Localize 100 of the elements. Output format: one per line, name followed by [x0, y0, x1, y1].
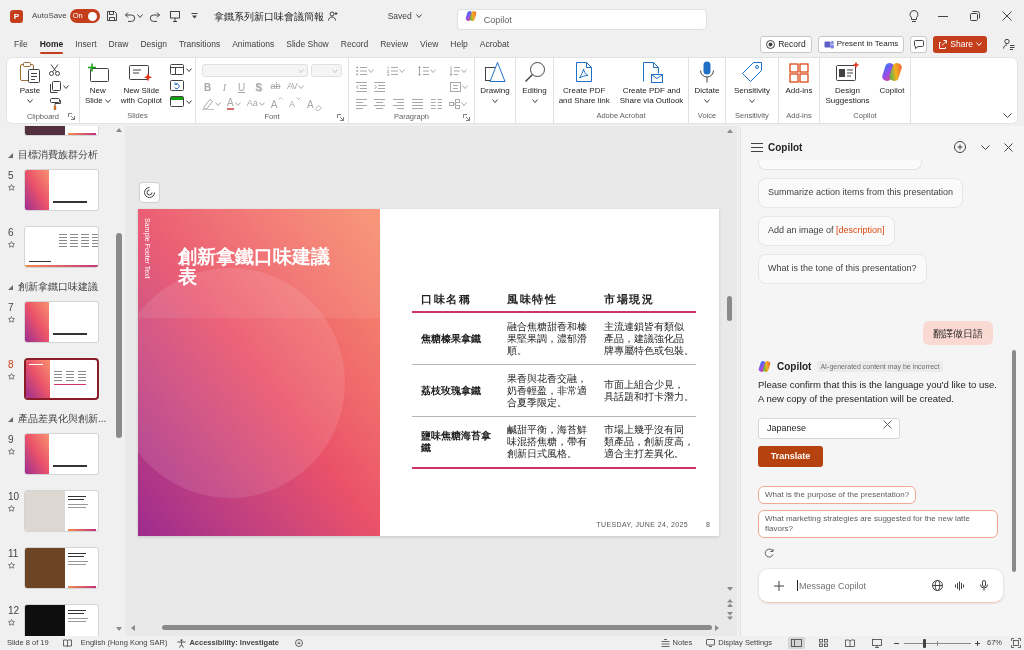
ribbon-tab[interactable]: Draw [102, 33, 135, 55]
section-title[interactable]: 產品差異化與創新... [18, 413, 107, 425]
down-arrow-icon[interactable] [116, 627, 122, 631]
message-field[interactable]: Message Copilot [758, 568, 1004, 603]
slide-number: 10 [8, 491, 20, 502]
restore-icon[interactable] [970, 11, 980, 21]
design-suggestions-button[interactable]: Design Suggestions [823, 61, 872, 106]
ribbon-tab[interactable]: File [8, 33, 34, 55]
minus-icon[interactable] [894, 642, 899, 644]
plus-circle-icon[interactable] [954, 141, 966, 153]
layout-icon[interactable] [170, 64, 185, 75]
zoom-slider[interactable] [904, 638, 971, 648]
sensitivity-button[interactable]: Sensitivity [732, 61, 772, 103]
chevron-down-icon[interactable] [981, 144, 990, 150]
dropdown-icon[interactable] [190, 13, 198, 19]
ribbon-tab[interactable]: Design [134, 33, 173, 55]
refresh-icon[interactable] [764, 548, 774, 558]
person-list-icon[interactable] [1003, 38, 1015, 50]
drawing-button[interactable]: Drawing [478, 61, 512, 103]
right-arrow-icon[interactable] [715, 624, 719, 631]
person-icon[interactable] [327, 11, 338, 21]
translate-button[interactable]: Translate [758, 446, 823, 467]
language-field[interactable]: Japanese [758, 417, 900, 439]
globe-icon[interactable] [932, 580, 943, 591]
close-icon[interactable] [1004, 142, 1013, 152]
dialog-launcher-icon[interactable] [68, 113, 75, 120]
menu-icon[interactable] [751, 142, 763, 152]
plus-icon[interactable] [975, 640, 980, 646]
create-pdf-outlook-button[interactable]: Create PDF and Share via Outlook [617, 61, 686, 106]
fit-window-icon[interactable] [1011, 638, 1021, 648]
add-ins-button[interactable]: Add-ins [783, 61, 815, 96]
clear-icon[interactable] [883, 420, 892, 429]
copilot-button[interactable]: Copilot [877, 61, 907, 96]
redo-icon[interactable] [148, 10, 161, 22]
plus-icon[interactable] [774, 580, 784, 591]
up-arrow-icon[interactable] [116, 128, 122, 132]
up-arrow-icon[interactable] [726, 129, 733, 133]
scrollbar-thumb[interactable] [1012, 350, 1016, 572]
minimize-icon[interactable] [938, 15, 948, 17]
suggestion-chip[interactable]: What is the purpose of the presentation? [758, 486, 917, 504]
ribbon-tab[interactable]: View [414, 33, 445, 55]
ribbon-tab[interactable]: Record [334, 33, 375, 55]
new-slide-copilot-button[interactable]: New Slide with Copilot [118, 61, 165, 106]
microphone-icon[interactable] [980, 580, 988, 591]
ribbon-tab[interactable]: Slide Show [280, 33, 335, 55]
close-icon[interactable] [1002, 11, 1012, 21]
record-button[interactable]: Record [760, 35, 812, 53]
suggestion-chip[interactable]: What marketing strategies are suggested for the new latte flavors? [758, 510, 998, 538]
down-arrow-icon[interactable] [726, 587, 733, 591]
slide-thumbnail[interactable] [24, 358, 99, 400]
share-icon [938, 39, 948, 49]
left-arrow-icon[interactable] [131, 624, 135, 631]
prompt-chip[interactable]: Summarize action items from this presentation [758, 178, 964, 208]
presentation-screen-icon[interactable] [168, 10, 181, 22]
section-title[interactable]: 目標消費族群分析 [18, 149, 98, 161]
ribbon-tab[interactable]: Help [444, 33, 474, 55]
accessibility-icon[interactable] [177, 638, 187, 648]
ribbon-tab[interactable]: Review [374, 33, 415, 55]
scrollbar-thumb[interactable] [162, 625, 712, 630]
ribbon-tab[interactable]: Home [33, 33, 70, 55]
editing-button[interactable]: Editing [520, 61, 549, 103]
waveform-icon[interactable] [955, 580, 964, 591]
comments-button[interactable] [910, 35, 928, 53]
ribbon-tab[interactable]: Insert [69, 33, 103, 55]
scrollbar-thumb[interactable] [727, 296, 732, 321]
copy-icon[interactable] [49, 81, 61, 93]
undo-icon[interactable] [123, 10, 136, 22]
present-in-teams-button[interactable]: Present in Teams [817, 35, 905, 53]
scrollbar-thumb[interactable] [116, 233, 122, 438]
ribbon-tab[interactable]: Acrobat [473, 33, 516, 55]
lightbulb-icon[interactable] [909, 9, 919, 23]
paint-roller-icon[interactable] [49, 98, 61, 110]
prompt-chip[interactable]: Add an image of [description] [758, 216, 895, 246]
layout-sparkle-icon [835, 61, 860, 83]
double-down-arrow-icon[interactable] [726, 612, 733, 620]
search-field[interactable]: Copilot [456, 9, 707, 30]
triangle-icon[interactable] [8, 284, 13, 290]
triangle-icon[interactable] [8, 152, 13, 158]
book-icon[interactable] [62, 639, 72, 647]
ribbon-tab[interactable]: Animations [226, 33, 281, 55]
reset-icon[interactable] [170, 80, 185, 91]
prompt-chip[interactable]: What is the tone of this presentation? [758, 254, 927, 284]
ribbon-tab[interactable]: Transitions [172, 33, 227, 55]
section-title[interactable]: 創新拿鐵口味建議 [18, 281, 98, 293]
save-icon[interactable] [105, 10, 118, 22]
triangle-icon[interactable] [8, 416, 13, 422]
create-pdf-link-button[interactable]: Create PDF and Share link [556, 61, 612, 106]
scissors-icon[interactable] [49, 64, 60, 76]
circle-icon[interactable] [295, 639, 304, 647]
share-button[interactable]: Share [933, 35, 987, 53]
save-status-button[interactable]: Saved [387, 9, 422, 23]
double-up-arrow-icon[interactable] [726, 599, 733, 607]
normal-view-button[interactable] [788, 637, 805, 649]
chevron-down-icon[interactable] [1003, 113, 1012, 118]
new-slide-button[interactable]: New Slide [82, 61, 113, 106]
dictate-button[interactable]: Dictate [692, 61, 722, 103]
designer-button[interactable] [139, 182, 160, 203]
paste-button[interactable]: Paste [17, 61, 43, 103]
section-icon[interactable] [170, 96, 185, 107]
zoom-slider-thumb[interactable] [923, 638, 927, 648]
